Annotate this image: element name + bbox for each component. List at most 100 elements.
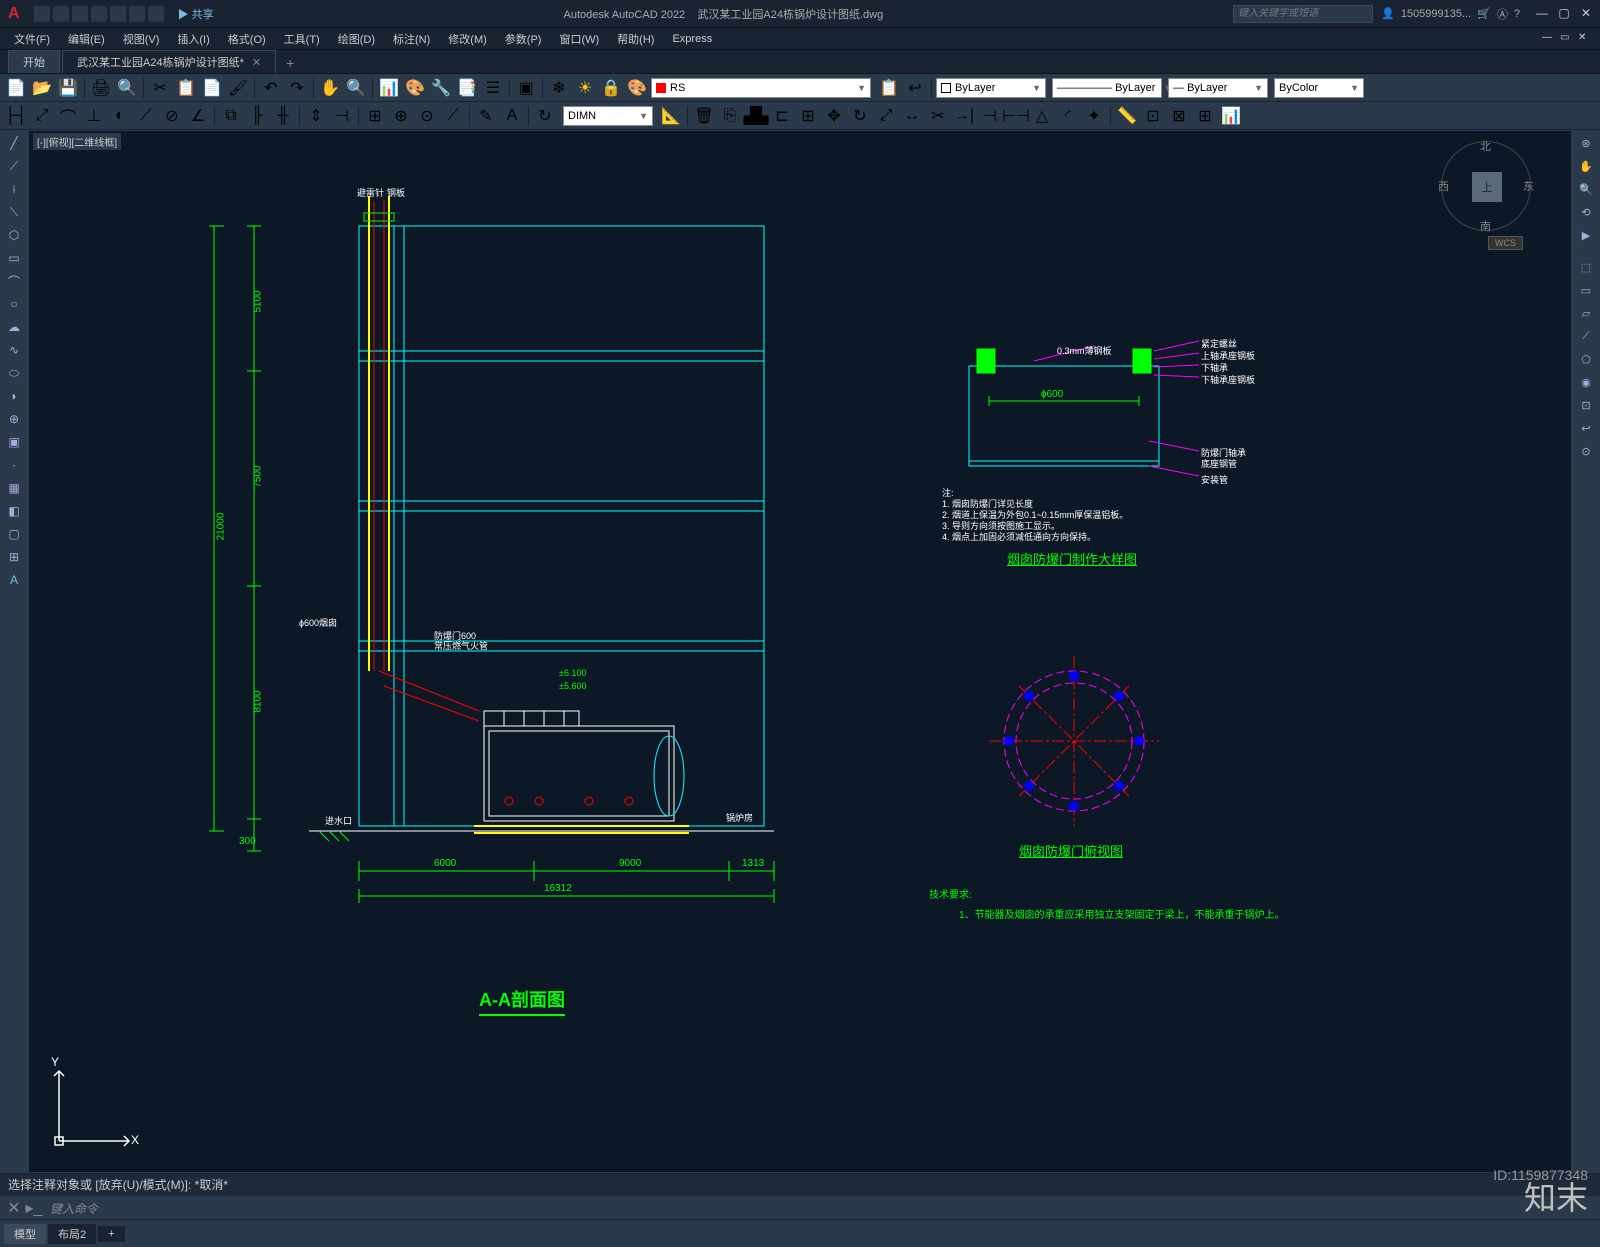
layer-prev-icon[interactable]: ↩ <box>903 76 927 100</box>
mod-offset-icon[interactable]: ⊏ <box>770 104 794 128</box>
text-tool-icon[interactable]: A <box>2 569 26 591</box>
sel-cycle-icon[interactable]: ⬚ <box>1574 256 1598 278</box>
dim-arc-icon[interactable]: ⌒ <box>56 104 80 128</box>
user-menu[interactable]: 👤1505999135... 🛒 Ⓐ ? <box>1373 6 1528 22</box>
dim-ordinate-icon[interactable]: ⊥ <box>82 104 106 128</box>
viewcube-west[interactable]: 西 <box>1438 178 1449 194</box>
menu-insert[interactable]: 插入(I) <box>169 29 217 49</box>
layer-freeze-icon[interactable]: ❄ <box>547 76 571 100</box>
mod-mirror-icon[interactable]: ▟▙ <box>744 104 768 128</box>
viewcube-east[interactable]: 东 <box>1523 178 1534 194</box>
viewcube-south[interactable]: 南 <box>1480 218 1491 234</box>
dim-radius-icon[interactable]: ◐ <box>108 104 132 128</box>
tab-document[interactable]: 武汉某工业园A24栋锅炉设计图纸*✕ <box>62 50 276 73</box>
dim-diameter-icon[interactable]: ⊘ <box>160 104 184 128</box>
sel-last-icon[interactable]: ⊙ <box>1574 440 1598 462</box>
menu-draw[interactable]: 绘图(D) <box>330 29 383 49</box>
viewcube-top[interactable]: 上 <box>1472 172 1502 202</box>
apps-icon[interactable]: Ⓐ <box>1497 6 1508 22</box>
mod-trim-icon[interactable]: ✂ <box>926 104 950 128</box>
mod-move-icon[interactable]: ✥ <box>822 104 846 128</box>
mod-copy-icon[interactable]: ⎘ <box>718 104 742 128</box>
revcloud-tool-icon[interactable]: ☁ <box>2 316 26 338</box>
nav-wheel-icon[interactable]: ⊛ <box>1574 132 1598 154</box>
qat-open-icon[interactable] <box>53 6 69 22</box>
mod-stretch-icon[interactable]: ↔ <box>900 104 924 128</box>
table-tool-icon[interactable]: ⊞ <box>2 546 26 568</box>
dimstyle-selector[interactable]: DIMN▼ <box>563 106 653 126</box>
xline-tool-icon[interactable]: ⟊ <box>2 178 26 200</box>
menu-file[interactable]: 文件(F) <box>6 29 58 49</box>
tab-start[interactable]: 开始 <box>8 50 60 73</box>
layer-manager-icon[interactable]: 📋 <box>877 76 901 100</box>
dim-baseline-icon[interactable]: ╟ <box>245 104 269 128</box>
tolerance-icon[interactable]: ⊞ <box>363 104 387 128</box>
plotstyle-selector[interactable]: ByColor▼ <box>1274 78 1364 98</box>
mod-array-icon[interactable]: ⊞ <box>796 104 820 128</box>
nav-showmotion-icon[interactable]: ▶ <box>1574 224 1598 246</box>
dimstyle-manager-icon[interactable]: 📐 <box>659 104 683 128</box>
qat-redo-icon[interactable] <box>148 6 164 22</box>
ellipse-tool-icon[interactable]: ⬭ <box>2 362 26 384</box>
jog-line-icon[interactable]: ⟋ <box>441 104 465 128</box>
command-input-row[interactable]: ✕ ▸_ 键入命令 <box>0 1196 1600 1220</box>
hatch-tool-icon[interactable]: ▦ <box>2 477 26 499</box>
layer-sun-icon[interactable]: ☀ <box>573 76 597 100</box>
arc-tool-icon[interactable]: ⌒ <box>2 270 26 292</box>
line-tool-icon[interactable]: ╱ <box>2 132 26 154</box>
dim-quick-icon[interactable]: ⧉ <box>219 104 243 128</box>
dim-tedit-icon[interactable]: A <box>500 104 524 128</box>
qat-plot-icon[interactable] <box>110 6 126 22</box>
tool-props-icon[interactable]: 📊 <box>377 76 401 100</box>
tool-render-icon[interactable]: ☰ <box>481 76 505 100</box>
mod-scale-icon[interactable]: ⤢ <box>874 104 898 128</box>
inquiry-5-icon[interactable]: 📊 <box>1219 104 1243 128</box>
tab-add-button[interactable]: + <box>278 53 302 73</box>
viewcube[interactable]: 上 北 南 东 西 <box>1441 141 1531 231</box>
menu-help[interactable]: 帮助(H) <box>609 29 662 49</box>
qat-new-icon[interactable] <box>34 6 50 22</box>
doc-minimize-button[interactable]: — <box>1542 32 1558 46</box>
ellipse-arc-tool-icon[interactable]: ◗ <box>2 385 26 407</box>
circle-tool-icon[interactable]: ○ <box>2 293 26 315</box>
block-tool-icon[interactable]: ▣ <box>2 431 26 453</box>
tool-design-icon[interactable]: 🎨 <box>403 76 427 100</box>
tool-zoom-icon[interactable]: 🔍 <box>344 76 368 100</box>
rectangle-tool-icon[interactable]: ▭ <box>2 247 26 269</box>
sel-prev-icon[interactable]: ↩ <box>1574 417 1598 439</box>
menu-param[interactable]: 参数(P) <box>497 29 550 49</box>
qat-save-icon[interactable] <box>72 6 88 22</box>
sel-poly-icon[interactable]: ⬠ <box>1574 348 1598 370</box>
tool-preview-icon[interactable]: 🔍 <box>115 76 139 100</box>
insert-tool-icon[interactable]: ⊕ <box>2 408 26 430</box>
nav-zoom-icon[interactable]: 🔍 <box>1574 178 1598 200</box>
drawing-canvas[interactable]: [-][俯视][二维线框] <box>28 130 1572 1173</box>
mod-fillet-icon[interactable]: ◜ <box>1056 104 1080 128</box>
help-search-input[interactable] <box>1233 5 1373 23</box>
tool-plot-icon[interactable]: 🖨 <box>89 76 113 100</box>
menu-edit[interactable]: 编辑(E) <box>60 29 113 49</box>
tool-paste-icon[interactable]: 📄 <box>200 76 224 100</box>
point-tool-icon[interactable]: ∙ <box>2 454 26 476</box>
mod-break-icon[interactable]: ⊣ <box>978 104 1002 128</box>
tool-match-icon[interactable]: 🖌 <box>226 76 250 100</box>
sel-all-icon[interactable]: ⊡ <box>1574 394 1598 416</box>
dim-angular-icon[interactable]: ∠ <box>186 104 210 128</box>
menu-modify[interactable]: 修改(M) <box>440 29 495 49</box>
mod-rotate-icon[interactable]: ↻ <box>848 104 872 128</box>
tab-close-icon[interactable]: ✕ <box>252 57 261 69</box>
menu-tools[interactable]: 工具(T) <box>276 29 328 49</box>
tool-block-icon[interactable]: ▣ <box>514 76 538 100</box>
dim-jogged-icon[interactable]: ⟋ <box>134 104 158 128</box>
tool-tools-icon[interactable]: 🔧 <box>429 76 453 100</box>
inquiry-1-icon[interactable]: 📏 <box>1115 104 1139 128</box>
inquiry-4-icon[interactable]: ⊞ <box>1193 104 1217 128</box>
layer-selector[interactable]: RS▼ <box>651 78 871 98</box>
menu-format[interactable]: 格式(O) <box>220 29 274 49</box>
tool-copy-icon[interactable]: 📋 <box>174 76 198 100</box>
dim-edit-icon[interactable]: ✎ <box>474 104 498 128</box>
menu-dim[interactable]: 标注(N) <box>385 29 438 49</box>
tool-sheet-icon[interactable]: 📑 <box>455 76 479 100</box>
center-mark-icon[interactable]: ⊕ <box>389 104 413 128</box>
maximize-button[interactable]: ▢ <box>1554 6 1574 22</box>
